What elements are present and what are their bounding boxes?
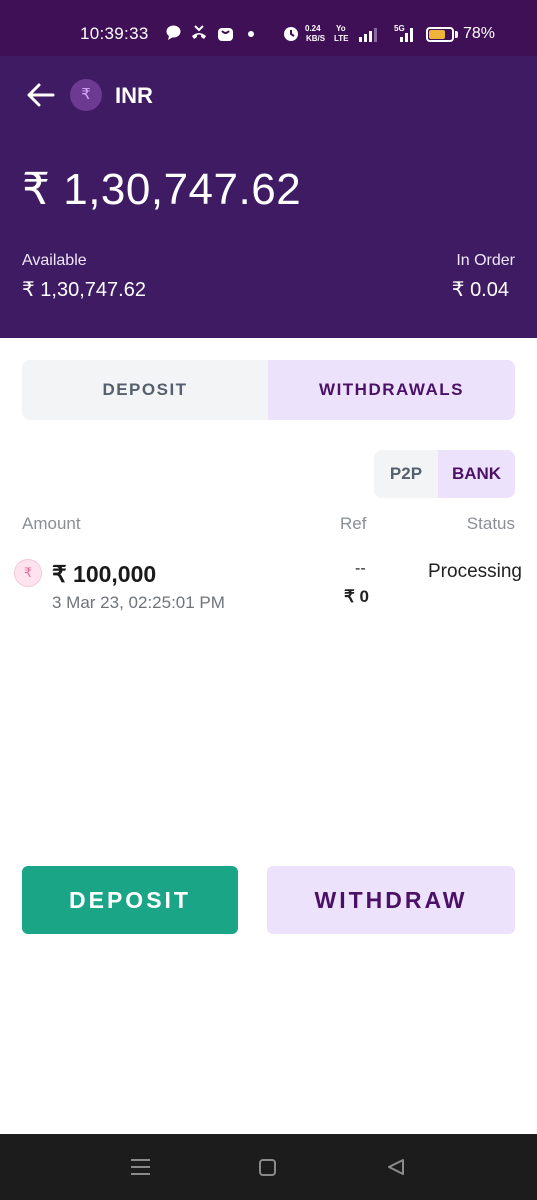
notification-dot-icon <box>247 24 255 47</box>
system-nav-bar <box>0 1134 537 1200</box>
battery-tip <box>455 31 458 38</box>
volte-bottom: LTE <box>334 34 349 43</box>
net-speed-value: 0.24 <box>305 24 321 33</box>
battery-icon <box>426 27 454 42</box>
method-toggle: P2P BANK <box>374 450 515 498</box>
column-status: Status <box>466 514 515 533</box>
missed-call-icon <box>190 24 208 46</box>
rupee-coin-icon: ₹ <box>14 559 42 587</box>
row-amount: ₹ 100,000 <box>52 561 157 587</box>
signal-bars-icon <box>358 26 380 47</box>
currency-name: INR <box>115 83 153 108</box>
row-status: Processing <box>428 561 522 582</box>
available-label: Available <box>22 252 87 269</box>
deposit-button[interactable]: DEPOSIT <box>22 866 238 934</box>
tab-deposit[interactable]: DEPOSIT <box>22 360 268 420</box>
in-order-label: In Order <box>456 252 515 269</box>
withdraw-button[interactable]: WITHDRAW <box>267 866 515 934</box>
volte-top: Yo <box>336 24 346 33</box>
row-ref-amount: ₹ 0 <box>344 587 369 606</box>
row-datetime: 3 Mar 23, 02:25:01 PM <box>52 593 225 612</box>
row-ref-id: -- <box>355 560 366 577</box>
signal-bars-5g-icon <box>396 26 418 47</box>
available-value: ₹ 1,30,747.62 <box>22 279 146 301</box>
toggle-bank[interactable]: BANK <box>438 450 515 498</box>
status-time: 10:39:33 <box>80 24 149 43</box>
toggle-p2p[interactable]: P2P <box>374 450 438 498</box>
recent-apps-icon[interactable] <box>131 1159 150 1175</box>
tab-withdrawals[interactable]: WITHDRAWALS <box>268 360 515 420</box>
alarm-icon <box>282 24 300 47</box>
column-ref: Ref <box>340 514 367 533</box>
back-arrow-icon[interactable] <box>26 82 56 108</box>
home-icon[interactable] <box>259 1159 276 1176</box>
in-order-value: ₹ 0.04 <box>451 279 509 301</box>
column-amount: Amount <box>22 514 81 533</box>
nav-back-icon[interactable] <box>387 1158 405 1176</box>
history-tabs: DEPOSIT WITHDRAWALS <box>22 360 515 420</box>
balance-header: ₹ INR ₹ 1,30,747.62 Available ₹ 1,30,747… <box>0 56 537 338</box>
battery-fill <box>429 30 445 39</box>
battery-percent: 78% <box>463 25 496 42</box>
net-speed-unit: KB/S <box>306 34 326 43</box>
status-bar: 10:39:33 0.24 KB/S Yo LTE 5G 78% <box>0 0 537 56</box>
total-balance: ₹ 1,30,747.62 <box>22 165 302 214</box>
chat-bubble-icon <box>165 24 182 46</box>
rupee-coin-icon: ₹ <box>70 79 102 111</box>
shopping-bag-icon <box>217 24 234 47</box>
